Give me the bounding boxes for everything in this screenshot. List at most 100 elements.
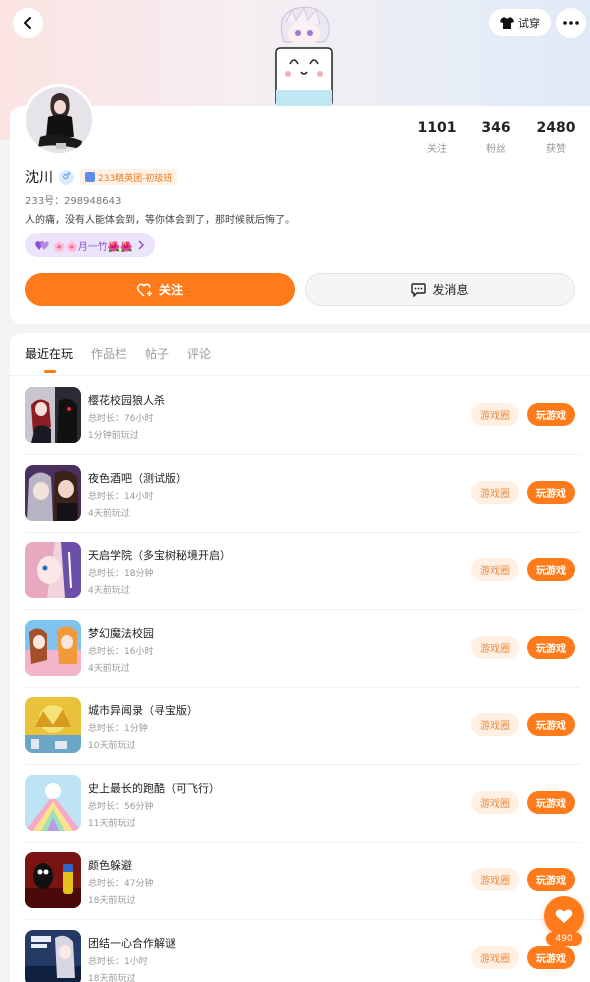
game-list-item[interactable]: 团结一心合作解谜 总时长：1小时 18天前玩过 游戏圈 玩游戏 [10,920,590,982]
user-name: 沈川 [25,170,53,186]
active-tab-indicator [44,370,56,373]
game-icon [25,697,81,753]
game-last-played: 1分钟前玩过 [88,431,139,441]
game-list-item[interactable]: 颜色躲避 总时长：47分钟 18天前玩过 游戏圈 玩游戏 [10,842,590,920]
tshirt-icon [500,16,514,29]
play-game-button[interactable]: 玩游戏 [527,636,575,659]
follow-button[interactable]: 关注 [25,273,295,306]
game-last-played: 4天前玩过 [88,509,130,519]
double-heart-icon [35,240,49,250]
game-list-item[interactable]: 梦幻魔法校园 总时长：16小时 4天前玩过 游戏圈 玩游戏 [10,610,590,688]
game-total-duration: 总时长：76小时 [88,414,154,424]
game-total-duration: 总时长：47分钟 [88,879,154,889]
chevron-left-icon [24,17,31,29]
avatar-mascot-illustration [275,6,333,107]
stat-likes[interactable]: 2480 获赞 [526,120,586,155]
game-circle-button[interactable]: 游戏圈 [471,481,519,504]
game-icon [25,620,81,676]
stat-followers[interactable]: 346 粉丝 [466,120,526,155]
game-total-duration: 总时长：1小时 [88,957,148,967]
game-total-duration: 总时长：56分钟 [88,802,154,812]
more-dots-icon [563,21,579,25]
profile-tabs: 最近在玩 作品栏 帖子 评论 [25,345,211,362]
game-last-played: 4天前玩过 [88,664,130,674]
follow-label: 关注 [158,283,183,297]
stat-following[interactable]: 1101 关注 [407,120,467,155]
game-title: 团结一心合作解谜 [88,937,176,950]
game-circle-button[interactable]: 游戏圈 [471,868,519,891]
game-title: 樱花校园狼人杀 [88,394,165,407]
game-icon [25,775,81,831]
play-game-button[interactable]: 玩游戏 [527,403,575,426]
game-circle-button[interactable]: 游戏圈 [471,403,519,426]
badge-label: 233精英团-初级班 [98,173,173,184]
game-last-played: 18天前玩过 [88,896,136,906]
tab-recently-played[interactable]: 最近在玩 [25,345,73,362]
game-circle-button[interactable]: 游戏圈 [471,558,519,581]
game-list-item[interactable]: 城市异闻录（寻宝版） 总时长：1分钟 10天前玩过 游戏圈 玩游戏 [10,687,590,765]
play-game-button[interactable]: 玩游戏 [527,791,575,814]
badge-icon [85,172,95,182]
tab-works[interactable]: 作品栏 [91,345,127,362]
play-game-button[interactable]: 玩游戏 [527,558,575,581]
game-last-played: 10天前玩过 [88,741,136,751]
stat-label: 获赞 [546,144,566,155]
stat-value: 2480 [536,120,576,136]
try-on-label: 试穿 [518,16,540,30]
group-badge[interactable]: 233精英团-初级班 [80,169,178,185]
play-game-button[interactable]: 玩游戏 [527,713,575,736]
game-circle-button[interactable]: 游戏圈 [471,946,519,969]
game-circle-button[interactable]: 游戏圈 [471,636,519,659]
avatar[interactable] [23,84,95,156]
play-game-button[interactable]: 玩游戏 [527,868,575,891]
game-title: 天启学院（多宝树秘境开启） [88,549,231,562]
game-title: 夜色酒吧（测试版） [88,472,187,485]
game-title: 城市异闻录（寻宝版） [88,704,198,717]
stat-value: 1101 [417,120,457,136]
tab-comments[interactable]: 评论 [187,345,211,362]
favorite-count: 490 [546,932,582,946]
more-button[interactable] [556,8,586,38]
intimacy-tag[interactable]: 🌸🌸月一竹🌺🌺 [25,233,155,257]
game-list-item[interactable]: 樱花校园狼人杀 总时长：76小时 1分钟前玩过 游戏圈 玩游戏 [10,377,590,455]
send-message-label: 发消息 [432,283,469,297]
chat-bubble-icon [411,282,427,297]
stat-label: 关注 [427,144,447,155]
game-list-item[interactable]: 天启学院（多宝树秘境开启） 总时长：18分钟 4天前玩过 游戏圈 玩游戏 [10,532,590,610]
game-total-duration: 总时长：16小时 [88,647,154,657]
gender-male-icon: ♂ [59,169,74,185]
game-last-played: 11天前玩过 [88,819,136,829]
user-bio: 人的痛，没有人能体会到，等你体会到了，那时候就后悔了。 [25,215,295,226]
game-circle-button[interactable]: 游戏圈 [471,791,519,814]
try-on-button[interactable]: 试穿 [489,9,551,36]
back-button[interactable] [13,8,43,38]
game-icon [25,465,81,521]
game-icon [25,542,81,598]
stat-value: 346 [481,120,511,136]
game-circle-button[interactable]: 游戏圈 [471,713,519,736]
heart-icon [555,909,573,923]
user-id: 233号：298948643 [25,196,122,207]
game-total-duration: 总时长：1分钟 [88,724,148,734]
game-title: 史上最长的跑酷（可飞行） [88,782,220,795]
play-game-button[interactable]: 玩游戏 [527,481,575,504]
game-total-duration: 总时长：18分钟 [88,569,154,579]
stat-label: 粉丝 [486,144,506,155]
game-total-duration: 总时长：14小时 [88,492,154,502]
tab-posts[interactable]: 帖子 [145,345,169,362]
game-icon [25,930,81,982]
game-title: 梦幻魔法校园 [88,627,154,640]
chevron-right-icon [138,240,144,250]
game-list-item[interactable]: 夜色酒吧（测试版） 总时长：14小时 4天前玩过 游戏圈 玩游戏 [10,455,590,533]
name-row: 沈川 ♂ 233精英团-初级班 [25,167,178,187]
play-game-button[interactable]: 玩游戏 [527,946,575,969]
favorite-fab-button[interactable] [544,896,584,936]
game-last-played: 18天前玩过 [88,974,136,982]
intimacy-tag-label: 🌸🌸月一竹🌺🌺 [53,241,133,253]
game-list-item[interactable]: 史上最长的跑酷（可飞行） 总时长：56分钟 11天前玩过 游戏圈 玩游戏 [10,765,590,843]
heart-plus-icon [136,283,152,297]
avatar-illustration [26,87,92,153]
game-icon [25,852,81,908]
send-message-button[interactable]: 发消息 [305,273,575,306]
game-title: 颜色躲避 [88,859,132,872]
